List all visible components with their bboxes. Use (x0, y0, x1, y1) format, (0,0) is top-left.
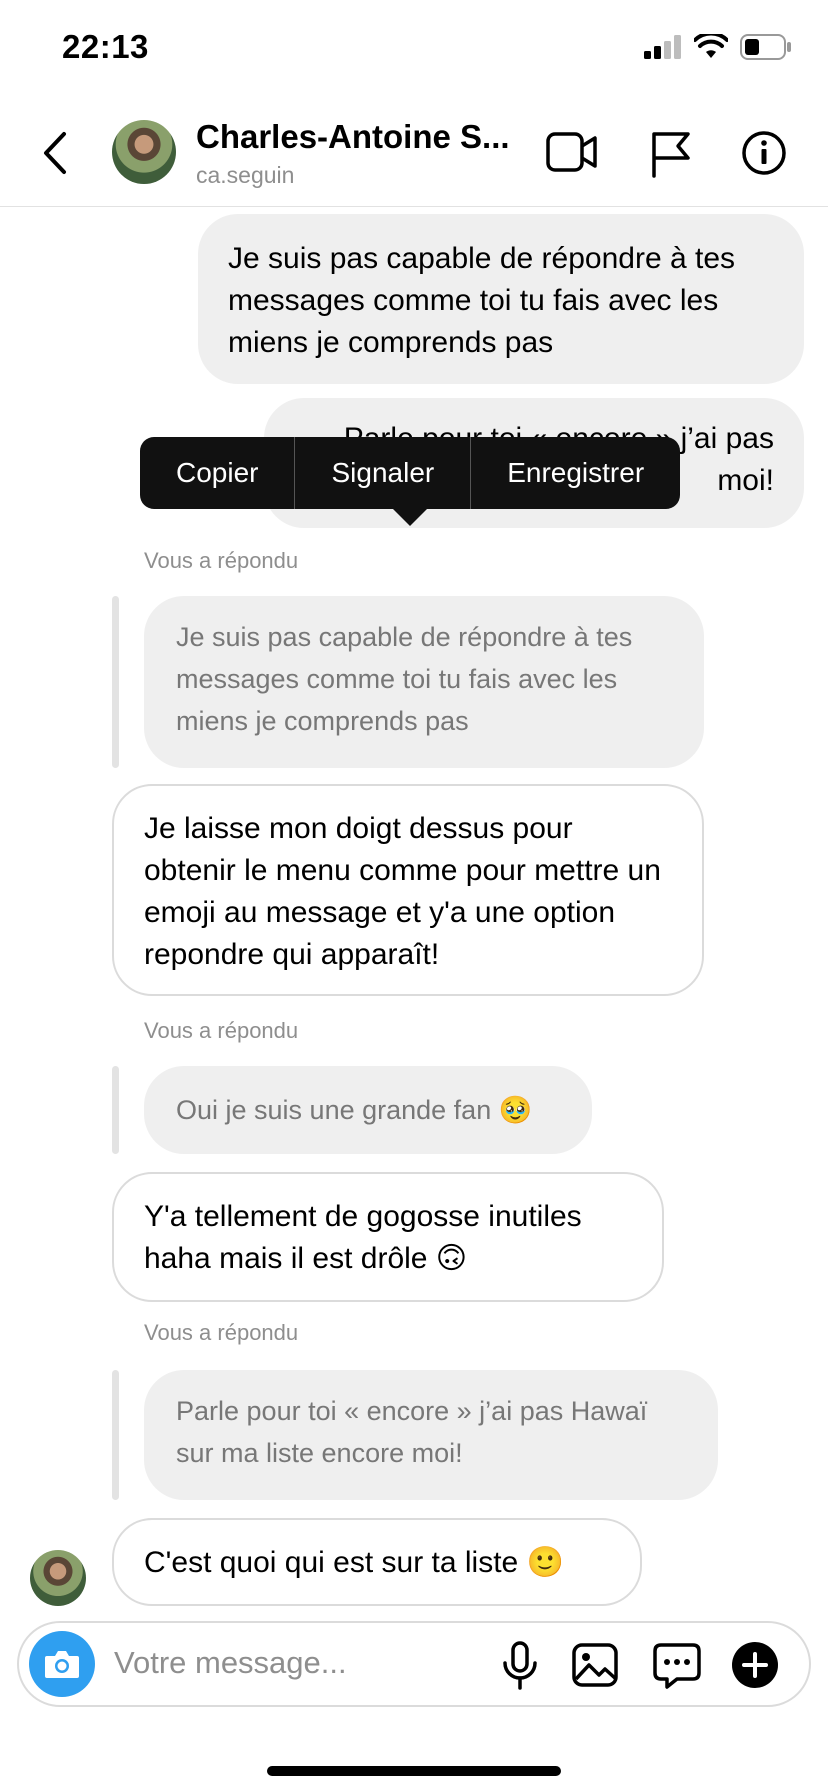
battery-icon (740, 34, 791, 60)
save-menu-item[interactable]: Enregistrer (471, 437, 680, 509)
status-time: 22:13 (62, 28, 149, 65)
context-menu: Copier Signaler Enregistrer (140, 437, 681, 509)
quoted-message[interactable]: Je suis pas capable de répondre à tes me… (144, 596, 704, 768)
avatar[interactable] (112, 120, 176, 184)
quote-bar (112, 1066, 119, 1154)
status-icons (644, 34, 792, 60)
replied-label: Vous a répondu (144, 1018, 299, 1043)
replied-label: Vous a répondu (144, 548, 299, 573)
camera-button[interactable] (29, 1631, 95, 1697)
contact-username[interactable]: ca.seguin (196, 162, 294, 189)
home-indicator (267, 1766, 561, 1776)
quoted-text: Parle pour toi « encore » j’ai pas Hawaï… (176, 1396, 648, 1468)
flag-icon[interactable] (650, 130, 692, 178)
contact-name[interactable]: Charles-Antoine S... (196, 118, 526, 156)
incoming-message[interactable]: C'est quoi qui est sur ta liste 🙂 (112, 1518, 642, 1606)
report-menu-item[interactable]: Signaler (295, 437, 470, 509)
video-call-icon[interactable] (546, 130, 598, 174)
quoted-message[interactable]: Oui je suis une grande fan 🥹 (144, 1066, 592, 1154)
message-text: Je laisse mon doigt dessus pour obtenir … (144, 812, 661, 971)
sender-avatar[interactable] (30, 1550, 86, 1606)
quoted-text: Je suis pas capable de répondre à tes me… (176, 622, 633, 736)
quote-bar (112, 1370, 119, 1500)
replied-label: Vous a répondu (144, 1320, 299, 1345)
back-icon[interactable] (36, 128, 76, 178)
gallery-icon[interactable] (572, 1643, 618, 1687)
message-text: Y'a tellement de gogosse inutiles haha m… (144, 1200, 582, 1275)
quoted-text: Oui je suis une grande fan 🥹 (176, 1095, 533, 1125)
microphone-icon[interactable] (501, 1641, 539, 1691)
plus-icon[interactable] (731, 1641, 779, 1689)
copy-menu-item[interactable]: Copier (140, 437, 294, 509)
quote-bar (112, 596, 119, 768)
camera-icon (45, 1651, 79, 1678)
sticker-icon[interactable] (653, 1643, 701, 1689)
outgoing-message[interactable]: Je suis pas capable de répondre à tes me… (198, 214, 804, 384)
incoming-message[interactable]: Je laisse mon doigt dessus pour obtenir … (112, 784, 704, 996)
quoted-message[interactable]: Parle pour toi « encore » j’ai pas Hawaï… (144, 1370, 718, 1500)
wifi-icon (694, 34, 728, 58)
message-composer: Votre message... (17, 1621, 811, 1707)
message-text: Je suis pas capable de répondre à tes me… (228, 242, 735, 359)
incoming-message[interactable]: Y'a tellement de gogosse inutiles haha m… (112, 1172, 664, 1302)
info-icon[interactable] (741, 130, 787, 176)
chat-header: Charles-Antoine S... ca.seguin (0, 100, 828, 207)
message-input[interactable]: Votre message... (114, 1645, 347, 1681)
message-text: C'est quoi qui est sur ta liste 🙂 (144, 1546, 564, 1579)
cellular-signal-icon (644, 35, 681, 59)
context-menu-pointer (392, 508, 428, 526)
